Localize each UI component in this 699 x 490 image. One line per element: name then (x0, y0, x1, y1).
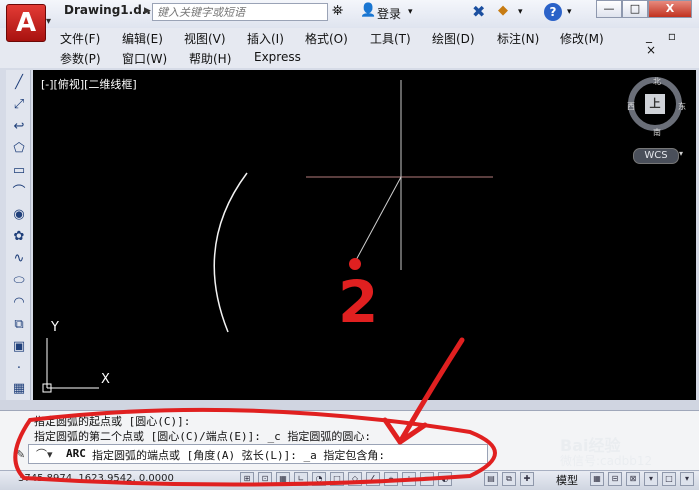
command-prompt-icon[interactable]: ⌒▾ (36, 446, 53, 462)
layout-grid-icon[interactable]: ▦ (590, 472, 604, 486)
clean-screen-icon[interactable]: □ (662, 472, 676, 486)
watermark-handle: 微信号:cadbb12 (560, 454, 653, 468)
ellipse-arc-icon[interactable]: ◠ (10, 294, 28, 312)
infer-constraints-icon[interactable]: ⊞ (240, 472, 254, 486)
ortho-mode-icon[interactable]: ∟ (294, 472, 308, 486)
dynamic-ucs-icon[interactable]: ⌖ (384, 472, 398, 486)
binoculars-icon[interactable]: ⛯ (332, 3, 343, 19)
menu-window[interactable]: 窗口(W) (122, 50, 167, 67)
revision-cloud-icon[interactable]: ✿ (10, 228, 28, 246)
current-command-name: ARC (66, 447, 86, 460)
grid-display-icon[interactable]: ▦ (276, 472, 290, 486)
quick-view-layouts-icon[interactable]: ⊟ (608, 472, 622, 486)
command-history-line: 指定圆弧的起点或 [圆心(C)]: (34, 415, 191, 428)
line-tool-icon[interactable]: ╱ (10, 74, 28, 92)
transparency-icon[interactable]: ◐ (438, 472, 452, 486)
help-icon[interactable]: ? (544, 3, 562, 21)
insert-block-icon[interactable]: ⧉ (10, 316, 28, 334)
compass-east[interactable]: 东 (678, 101, 686, 112)
spline-icon[interactable]: ∿ (10, 250, 28, 268)
coordinate-readout[interactable]: 3745.8974, 1623.9542, 0.0000 (18, 473, 174, 484)
quick-view-drawings-icon[interactable]: ⊠ (626, 472, 640, 486)
command-history-line: 指定圆弧的第二个点或 [圆心(C)/端点(E)]: _c 指定圆弧的圆心: (34, 430, 371, 443)
ellipse-icon[interactable]: ⬭ (10, 272, 28, 290)
menu-file[interactable]: 文件(F) (60, 30, 100, 47)
menu-modify[interactable]: 修改(M) (560, 30, 604, 47)
layout-tab-strip (0, 400, 699, 410)
compass-west[interactable]: 西 (627, 101, 635, 112)
menu-dimension[interactable]: 标注(N) (497, 30, 539, 47)
polygon-icon[interactable]: ⬠ (10, 140, 28, 158)
menu-help[interactable]: 帮助(H) (189, 50, 231, 67)
menu-insert[interactable]: 插入(I) (247, 30, 284, 47)
3d-object-snap-icon[interactable]: ◇ (348, 472, 362, 486)
compass-north[interactable]: 北 (653, 76, 661, 87)
snap-mode-icon[interactable]: ⊡ (258, 472, 272, 486)
document-title: Drawing1.d... (64, 3, 156, 17)
help-arrow-icon[interactable]: ▾ (567, 7, 572, 17)
make-block-icon[interactable]: ▣ (10, 338, 28, 356)
selection-cycling-icon[interactable]: ⧉ (502, 472, 516, 486)
quick-properties-icon[interactable]: ▤ (484, 472, 498, 486)
menu-express[interactable]: Express (254, 50, 301, 64)
package-icon[interactable]: ◆ (498, 3, 508, 18)
wcs-arrow-icon[interactable]: ▾ (679, 149, 683, 158)
search-input[interactable]: 键入关键字或短语 (152, 3, 328, 21)
polar-tracking-icon[interactable]: ◔ (312, 472, 326, 486)
menu-view[interactable]: 视图(V) (184, 30, 226, 47)
close-button[interactable]: X (648, 0, 692, 18)
rectangle-icon[interactable]: ▭ (10, 162, 28, 180)
menu-tools[interactable]: 工具(T) (370, 30, 411, 47)
wcs-menu-button[interactable]: WCS (633, 148, 679, 164)
menu-edit[interactable]: 编辑(E) (122, 30, 163, 47)
polyline-icon[interactable]: ↩ (10, 118, 28, 136)
model-space-button[interactable]: 模型 (556, 472, 578, 488)
minimize-button[interactable]: — (596, 0, 622, 18)
arc-icon[interactable]: ⌒ (10, 184, 28, 202)
point-icon[interactable]: · (10, 360, 28, 378)
command-wrench-icon[interactable]: ✎ (16, 448, 25, 461)
circle-icon[interactable]: ◉ (10, 206, 28, 224)
status-menu-icon[interactable]: ▾ (680, 472, 694, 486)
ucs-x-label: X (101, 372, 110, 387)
menu-draw[interactable]: 绘图(D) (432, 30, 475, 47)
object-snap-icon[interactable]: □ (330, 472, 344, 486)
viewcube-top-face[interactable]: 上 (645, 94, 665, 114)
annotation-monitor-icon[interactable]: ✚ (520, 472, 534, 486)
drawn-arc (213, 172, 248, 333)
hatch-icon[interactable]: ▦ (10, 380, 28, 398)
maximize-button[interactable]: □ (622, 0, 648, 18)
rubber-band-line (354, 176, 402, 263)
menu-format[interactable]: 格式(O) (305, 30, 348, 47)
viewport-label[interactable]: [-][俯视][二维线框] (41, 76, 137, 92)
exchange-x-icon[interactable]: ✖ (472, 2, 485, 21)
dynamic-input-icon[interactable]: + (402, 472, 416, 486)
lineweight-icon[interactable]: ≡ (420, 472, 434, 486)
document-window-controls[interactable]: _ ▫ × (646, 29, 699, 57)
user-icon[interactable]: 👤 (360, 3, 376, 18)
login-button[interactable]: 登录 (377, 5, 401, 22)
snap-tracking-icon[interactable]: ∠ (366, 472, 380, 486)
app-logo-icon[interactable]: A (6, 4, 46, 42)
drawing-canvas[interactable] (33, 70, 696, 400)
construction-line-icon[interactable]: ⤢ (10, 96, 28, 114)
compass-south[interactable]: 南 (653, 127, 661, 138)
ucs-y-label: Y (51, 320, 59, 335)
current-command-prompt[interactable]: 指定圆弧的端点或 [角度(A) 弦长(L)]: _a 指定包含角: (92, 447, 385, 463)
workspace-switch-icon[interactable]: ▾ (644, 472, 658, 486)
package-arrow-icon[interactable]: ▾ (518, 7, 523, 17)
search-expand-icon[interactable]: ▶ (144, 6, 151, 16)
app-menu-arrow-icon[interactable]: ▾ (46, 16, 51, 27)
login-arrow-icon[interactable]: ▾ (408, 7, 413, 17)
menu-parameters[interactable]: 参数(P) (60, 50, 101, 67)
drawing-viewport[interactable]: [-][俯视][二维线框] 北 西 东 南 上 WCS ▾ Y X (33, 70, 696, 400)
